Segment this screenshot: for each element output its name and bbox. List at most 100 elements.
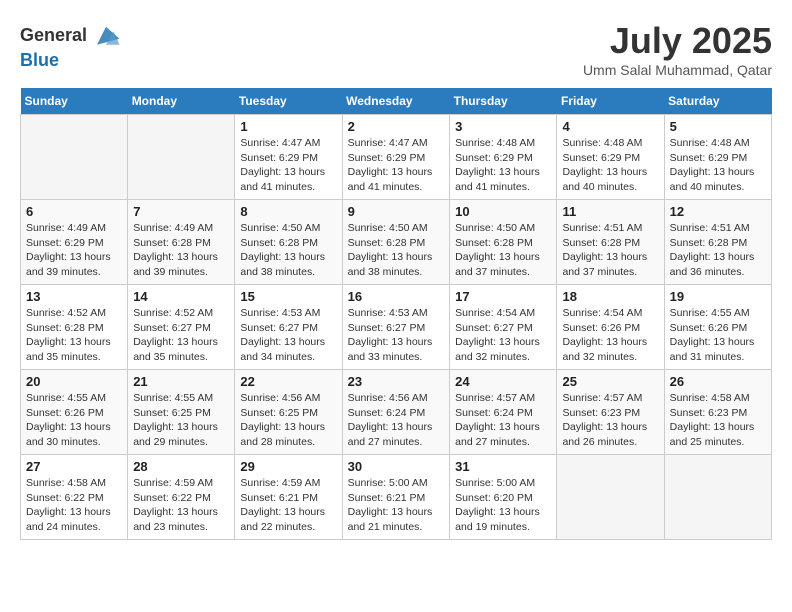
day-number: 3 (455, 119, 551, 134)
calendar-cell: 14 Sunrise: 4:52 AM Sunset: 6:27 PM Dayli… (128, 285, 235, 370)
cell-content: Sunrise: 4:54 AM Sunset: 6:27 PM Dayligh… (455, 306, 551, 365)
day-number: 15 (240, 289, 336, 304)
logo-blue-text: Blue (20, 50, 59, 71)
week-row-3: 13 Sunrise: 4:52 AM Sunset: 6:28 PM Dayli… (21, 285, 772, 370)
cell-content: Sunrise: 4:53 AM Sunset: 6:27 PM Dayligh… (240, 306, 336, 365)
calendar-cell (128, 115, 235, 200)
column-header-sunday: Sunday (21, 88, 128, 115)
cell-content: Sunrise: 4:49 AM Sunset: 6:29 PM Dayligh… (26, 221, 122, 280)
calendar-cell: 26 Sunrise: 4:58 AM Sunset: 6:23 PM Dayli… (664, 370, 771, 455)
column-header-thursday: Thursday (450, 88, 557, 115)
day-number: 21 (133, 374, 229, 389)
cell-content: Sunrise: 4:48 AM Sunset: 6:29 PM Dayligh… (455, 136, 551, 195)
day-number: 2 (348, 119, 445, 134)
cell-content: Sunrise: 5:00 AM Sunset: 6:21 PM Dayligh… (348, 476, 445, 535)
column-header-wednesday: Wednesday (342, 88, 450, 115)
calendar-cell: 4 Sunrise: 4:48 AM Sunset: 6:29 PM Daylig… (557, 115, 664, 200)
column-header-saturday: Saturday (664, 88, 771, 115)
logo-icon (91, 20, 121, 50)
location-subtitle: Umm Salal Muhammad, Qatar (583, 62, 772, 78)
calendar-table: SundayMondayTuesdayWednesdayThursdayFrid… (20, 88, 772, 540)
calendar-cell: 6 Sunrise: 4:49 AM Sunset: 6:29 PM Daylig… (21, 200, 128, 285)
calendar-cell: 16 Sunrise: 4:53 AM Sunset: 6:27 PM Dayli… (342, 285, 450, 370)
cell-content: Sunrise: 4:57 AM Sunset: 6:24 PM Dayligh… (455, 391, 551, 450)
calendar-cell: 19 Sunrise: 4:55 AM Sunset: 6:26 PM Dayli… (664, 285, 771, 370)
calendar-cell: 17 Sunrise: 4:54 AM Sunset: 6:27 PM Dayli… (450, 285, 557, 370)
day-number: 27 (26, 459, 122, 474)
cell-content: Sunrise: 4:51 AM Sunset: 6:28 PM Dayligh… (562, 221, 658, 280)
cell-content: Sunrise: 4:52 AM Sunset: 6:28 PM Dayligh… (26, 306, 122, 365)
day-number: 22 (240, 374, 336, 389)
cell-content: Sunrise: 4:55 AM Sunset: 6:26 PM Dayligh… (26, 391, 122, 450)
column-header-friday: Friday (557, 88, 664, 115)
cell-content: Sunrise: 4:47 AM Sunset: 6:29 PM Dayligh… (240, 136, 336, 195)
calendar-cell: 23 Sunrise: 4:56 AM Sunset: 6:24 PM Dayli… (342, 370, 450, 455)
cell-content: Sunrise: 4:56 AM Sunset: 6:24 PM Dayligh… (348, 391, 445, 450)
day-number: 17 (455, 289, 551, 304)
calendar-cell: 21Sunrise: 4:55 AM Sunset: 6:25 PM Dayli… (128, 370, 235, 455)
cell-content: Sunrise: 4:48 AM Sunset: 6:29 PM Dayligh… (562, 136, 658, 195)
day-number: 30 (348, 459, 445, 474)
cell-content: Sunrise: 4:50 AM Sunset: 6:28 PM Dayligh… (348, 221, 445, 280)
column-header-monday: Monday (128, 88, 235, 115)
logo: General Blue (20, 20, 121, 71)
calendar-cell (664, 455, 771, 540)
column-header-tuesday: Tuesday (235, 88, 342, 115)
day-number: 10 (455, 204, 551, 219)
calendar-cell: 3 Sunrise: 4:48 AM Sunset: 6:29 PM Daylig… (450, 115, 557, 200)
day-number: 23 (348, 374, 445, 389)
day-number: 29 (240, 459, 336, 474)
day-number: 20 (26, 374, 122, 389)
cell-content: Sunrise: 4:50 AM Sunset: 6:28 PM Dayligh… (455, 221, 551, 280)
cell-content: Sunrise: 4:49 AM Sunset: 6:28 PM Dayligh… (133, 221, 229, 280)
cell-content: Sunrise: 4:50 AM Sunset: 6:28 PM Dayligh… (240, 221, 336, 280)
day-number: 11 (562, 204, 658, 219)
cell-content: Sunrise: 4:52 AM Sunset: 6:27 PM Dayligh… (133, 306, 229, 365)
week-row-2: 6 Sunrise: 4:49 AM Sunset: 6:29 PM Daylig… (21, 200, 772, 285)
day-number: 26 (670, 374, 766, 389)
calendar-cell: 28Sunrise: 4:59 AM Sunset: 6:22 PM Dayli… (128, 455, 235, 540)
cell-content: Sunrise: 4:59 AM Sunset: 6:22 PM Dayligh… (133, 476, 229, 535)
calendar-cell: 22 Sunrise: 4:56 AM Sunset: 6:25 PM Dayli… (235, 370, 342, 455)
day-number: 16 (348, 289, 445, 304)
day-number: 19 (670, 289, 766, 304)
calendar-cell: 13 Sunrise: 4:52 AM Sunset: 6:28 PM Dayli… (21, 285, 128, 370)
calendar-cell (21, 115, 128, 200)
cell-content: Sunrise: 4:55 AM Sunset: 6:26 PM Dayligh… (670, 306, 766, 365)
day-number: 5 (670, 119, 766, 134)
day-number: 14 (133, 289, 229, 304)
title-block: July 2025 Umm Salal Muhammad, Qatar (583, 20, 772, 78)
day-number: 18 (562, 289, 658, 304)
calendar-cell: 30 Sunrise: 5:00 AM Sunset: 6:21 PM Dayli… (342, 455, 450, 540)
calendar-cell: 9Sunrise: 4:50 AM Sunset: 6:28 PM Daylig… (342, 200, 450, 285)
cell-content: Sunrise: 4:48 AM Sunset: 6:29 PM Dayligh… (670, 136, 766, 195)
calendar-cell: 1 Sunrise: 4:47 AM Sunset: 6:29 PM Daylig… (235, 115, 342, 200)
day-number: 12 (670, 204, 766, 219)
day-number: 4 (562, 119, 658, 134)
cell-content: Sunrise: 4:58 AM Sunset: 6:22 PM Dayligh… (26, 476, 122, 535)
calendar-cell: 7 Sunrise: 4:49 AM Sunset: 6:28 PM Daylig… (128, 200, 235, 285)
cell-content: Sunrise: 4:56 AM Sunset: 6:25 PM Dayligh… (240, 391, 336, 450)
day-number: 1 (240, 119, 336, 134)
cell-content: Sunrise: 4:59 AM Sunset: 6:21 PM Dayligh… (240, 476, 336, 535)
cell-content: Sunrise: 4:57 AM Sunset: 6:23 PM Dayligh… (562, 391, 658, 450)
cell-content: Sunrise: 4:53 AM Sunset: 6:27 PM Dayligh… (348, 306, 445, 365)
calendar-cell: 29 Sunrise: 4:59 AM Sunset: 6:21 PM Dayli… (235, 455, 342, 540)
calendar-cell: 25Sunrise: 4:57 AM Sunset: 6:23 PM Dayli… (557, 370, 664, 455)
calendar-cell: 5 Sunrise: 4:48 AM Sunset: 6:29 PM Daylig… (664, 115, 771, 200)
month-year-title: July 2025 (583, 20, 772, 62)
week-row-5: 27 Sunrise: 4:58 AM Sunset: 6:22 PM Dayli… (21, 455, 772, 540)
day-number: 6 (26, 204, 122, 219)
logo-general-text: General (20, 25, 87, 46)
calendar-cell: 31Sunrise: 5:00 AM Sunset: 6:20 PM Dayli… (450, 455, 557, 540)
calendar-cell: 15 Sunrise: 4:53 AM Sunset: 6:27 PM Dayli… (235, 285, 342, 370)
day-number: 7 (133, 204, 229, 219)
day-number: 13 (26, 289, 122, 304)
calendar-cell: 24Sunrise: 4:57 AM Sunset: 6:24 PM Dayli… (450, 370, 557, 455)
cell-content: Sunrise: 4:58 AM Sunset: 6:23 PM Dayligh… (670, 391, 766, 450)
cell-content: Sunrise: 4:51 AM Sunset: 6:28 PM Dayligh… (670, 221, 766, 280)
day-number: 8 (240, 204, 336, 219)
calendar-cell: 12 Sunrise: 4:51 AM Sunset: 6:28 PM Dayli… (664, 200, 771, 285)
cell-content: Sunrise: 5:00 AM Sunset: 6:20 PM Dayligh… (455, 476, 551, 535)
page-header: General Blue July 2025 Umm Salal Muhamma… (20, 20, 772, 78)
